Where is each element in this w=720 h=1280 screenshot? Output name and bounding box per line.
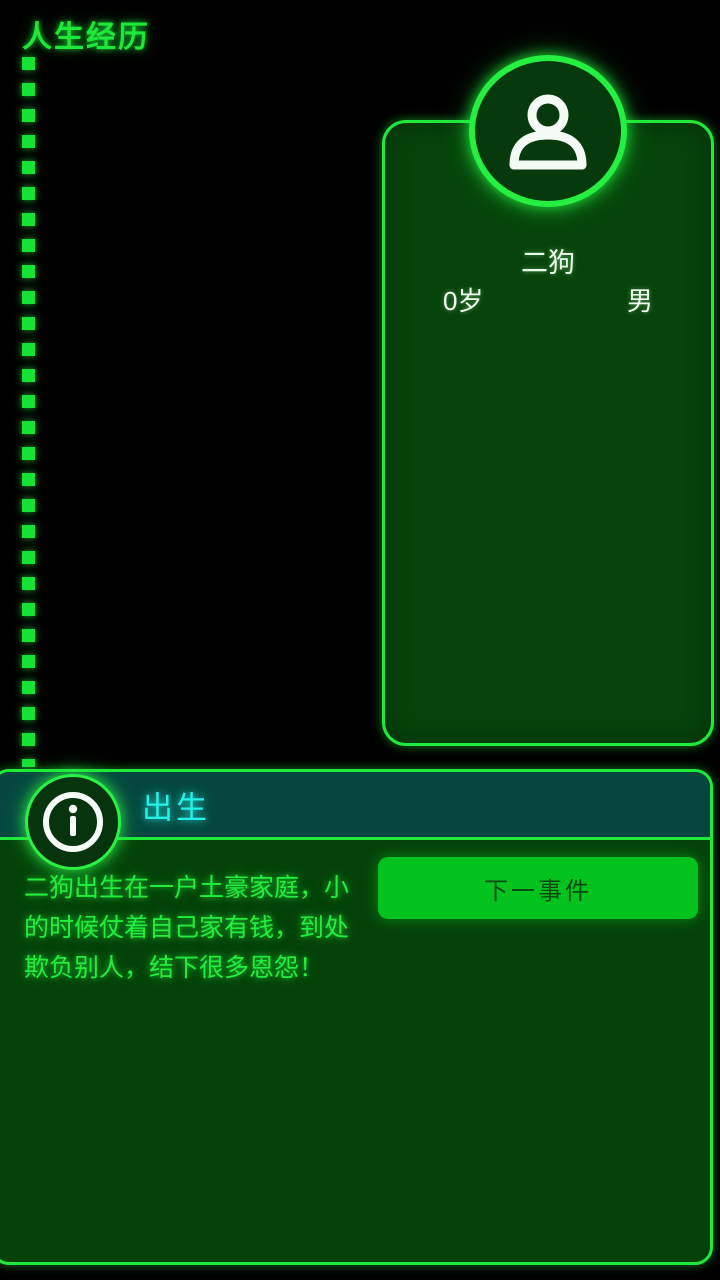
avatar xyxy=(469,55,627,207)
page-title: 人生经历 xyxy=(22,21,150,54)
next-event-button[interactable]: 下一事件 xyxy=(378,857,698,919)
character-age: 0岁 xyxy=(443,286,484,316)
character-stats: 0岁 男 xyxy=(443,281,653,318)
info-icon xyxy=(43,792,103,852)
life-timeline-track xyxy=(22,57,35,767)
person-avatar-icon xyxy=(509,94,587,170)
character-card: 二狗 0岁 男 xyxy=(382,55,714,746)
event-title: 出生 xyxy=(142,790,210,825)
event-description: 二狗出生在一户土豪家庭，小的时候仗着自己家有钱，到处欺负别人，结下很多恩怨！ xyxy=(24,874,350,982)
avatar-circle xyxy=(469,55,627,207)
character-gender: 男 xyxy=(626,286,653,316)
character-name: 二狗 xyxy=(521,248,575,278)
event-panel: 出生 二狗出生在一户土豪家庭，小的时候仗着自己家有钱，到处欺负别人，结下很多恩怨… xyxy=(0,769,713,1265)
info-badge xyxy=(25,774,121,870)
